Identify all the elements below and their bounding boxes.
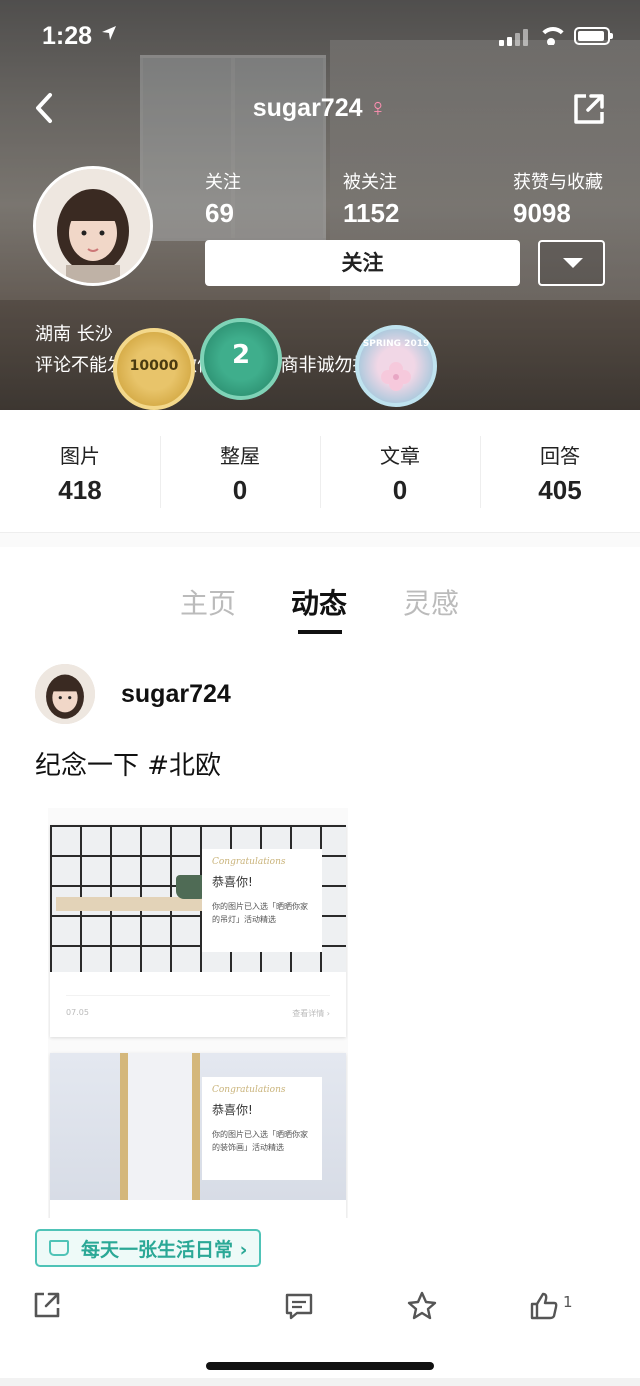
share-button[interactable] (572, 92, 606, 126)
profile-username-row: sugar724 ♀ (0, 94, 640, 123)
tab-inspiration[interactable]: 灵感 (403, 582, 459, 622)
like-button[interactable] (528, 1290, 564, 1326)
answers-stat[interactable]: 回答 405 (480, 410, 640, 532)
status-time: 1:28 (42, 22, 93, 50)
congrats-note: Congratulations 恭喜你! 你的图片已入选「晒晒你家的吊灯」活动精… (202, 849, 322, 952)
comment-icon (285, 1293, 313, 1320)
post-author-name[interactable]: sugar724 (121, 680, 231, 709)
signal-icon (499, 26, 528, 46)
award-card: Congratulations 恭喜你! 你的图片已入选「晒晒你家的吊灯」活动精… (50, 825, 346, 1037)
location-arrow-icon (100, 24, 118, 47)
articles-stat[interactable]: 文章 0 (320, 410, 480, 532)
follow-button[interactable]: 关注 (205, 240, 520, 286)
tab-activity[interactable]: 动态 (291, 582, 347, 622)
star-icon (407, 1291, 437, 1320)
share-icon (34, 1292, 60, 1318)
tab-home[interactable]: 主页 (180, 582, 236, 622)
following-stat[interactable]: 关注 69 (205, 168, 241, 229)
battery-icon (574, 27, 613, 45)
flower-icon (381, 362, 411, 391)
card-date: 07.05 (66, 1008, 89, 1017)
status-bar: 1:28 (42, 22, 613, 58)
caret-down-icon (563, 258, 583, 268)
like-count: 1 (563, 1293, 573, 1311)
spring-2019-badge[interactable]: SPRING 2019 (355, 325, 437, 407)
share-button[interactable] (32, 1290, 68, 1326)
two-years-badge[interactable]: 2 (200, 318, 282, 400)
congrats-note: Congratulations 恭喜你! 你的图片已入选「晒晒你家的装饰画」活动… (202, 1077, 322, 1180)
topic-tag[interactable]: 每天一张生活日常 › (35, 1229, 262, 1267)
share-icon (574, 94, 604, 124)
card-details-link: 查看详情 › (292, 1009, 330, 1018)
whole-house-stat[interactable]: 整屋 0 (160, 410, 320, 532)
post-author-avatar[interactable] (35, 664, 95, 724)
profile-location: 湖南 长沙 (35, 324, 113, 345)
photos-stat[interactable]: 图片 418 (0, 410, 160, 532)
comment-button[interactable] (283, 1290, 319, 1326)
female-icon: ♀ (368, 94, 388, 122)
profile-header: 1:28 sugar724 ♀ 关注 69 被关注 1152 获赞与收藏 909… (0, 0, 640, 410)
post-image[interactable]: Congratulations 恭喜你! 你的图片已入选「晒晒你家的吊灯」活动精… (48, 808, 348, 1218)
award-card: Congratulations 恭喜你! 你的图片已入选「晒晒你家的装饰画」活动… (50, 1053, 346, 1218)
times-badge[interactable]: 10000 (113, 328, 195, 410)
favorite-button[interactable] (406, 1290, 442, 1326)
post-actions (0, 1290, 640, 1340)
wifi-icon (538, 27, 564, 45)
followers-stat[interactable]: 被关注 1152 (343, 168, 399, 229)
active-tab-indicator (298, 630, 342, 634)
home-indicator[interactable] (206, 1362, 434, 1370)
likes-collections-stat[interactable]: 获赞与收藏 9098 (513, 168, 603, 229)
thumbs-up-icon (530, 1292, 558, 1320)
cup-icon (49, 1240, 69, 1256)
more-options-button[interactable] (538, 240, 605, 286)
avatar[interactable] (33, 166, 153, 286)
profile-username: sugar724 (252, 94, 363, 122)
content-stats: 图片 418 整屋 0 文章 0 回答 405 (0, 410, 640, 533)
post-text: 纪念一下 #北欧 (35, 751, 222, 781)
